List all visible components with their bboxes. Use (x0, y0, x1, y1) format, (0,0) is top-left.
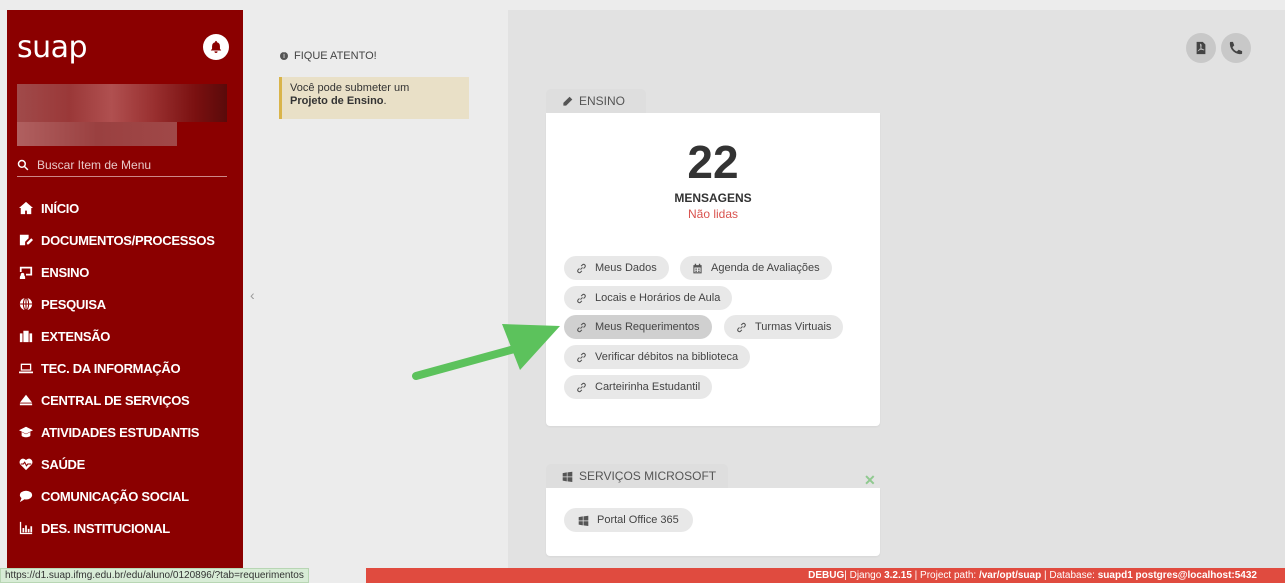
home-icon (19, 201, 33, 215)
unread-label: Não lidas (687, 207, 739, 221)
close-icon[interactable]: ✕ (864, 472, 876, 489)
annotation-arrow (412, 324, 560, 380)
search-placeholder: Buscar Item de Menu (37, 157, 152, 172)
windows-icon (578, 515, 589, 526)
sidebar-item-label: DOCUMENTOS/PROCESSOS (41, 232, 215, 248)
tab-label: ENSINO (579, 94, 626, 108)
django-version: 3.2.15 (884, 570, 912, 581)
pdf-file-icon[interactable] (1186, 33, 1216, 63)
sidebar-item-label: COMUNICAÇÃO SOCIAL (41, 488, 189, 504)
sidebar-item-label: DES. INSTITUCIONAL (41, 520, 170, 536)
link-carteirinha[interactable]: Carteirinha Estudantil (564, 375, 713, 399)
notice-period: . (383, 95, 387, 107)
sidebar-item-saude[interactable]: SAÚDE (7, 448, 243, 480)
sidebar-item-label: TEC. DA INFORMAÇÃO (41, 360, 181, 376)
django-prefix: | Django (844, 570, 885, 581)
sidebar-item-ensino[interactable]: ENSINO (7, 256, 243, 288)
microsoft-card: Portal Office 365 (546, 488, 880, 556)
document-edit-icon (19, 233, 33, 247)
user-info-blurred[interactable] (17, 84, 227, 122)
sidebar-item-inicio[interactable]: INÍCIO (7, 192, 243, 224)
sidebar-item-atividades[interactable]: ATIVIDADES ESTUDANTIS (7, 416, 243, 448)
link-icon (577, 352, 586, 362)
messages-label: MENSAGENS (674, 191, 752, 205)
debug-label: DEBUG (808, 570, 845, 581)
globe-icon (19, 297, 33, 311)
info-icon: i (280, 52, 288, 60)
path-prefix: | Project path: (911, 570, 979, 581)
tab-servicos-microsoft: SERVIÇOS MICROSOFT (546, 464, 728, 488)
graduation-cap-icon (19, 425, 33, 439)
db-prefix: | Database: (1041, 570, 1098, 581)
collapse-sidebar-chevron-icon[interactable]: ‹ (250, 287, 255, 303)
tab-ensino: ENSINO (546, 89, 646, 113)
laptop-icon (19, 361, 33, 375)
pencil-icon (563, 96, 573, 106)
link-icon (577, 293, 586, 303)
heartbeat-icon (19, 457, 33, 471)
status-url: https://d1.suap.ifmg.edu.br/edu/aluno/01… (0, 568, 309, 583)
calendar-icon (693, 263, 702, 273)
chalkboard-icon (19, 265, 33, 279)
sidebar-item-tec-informacao[interactable]: TEC. DA INFORMAÇÃO (7, 352, 243, 384)
phone-icon[interactable] (1221, 33, 1251, 63)
attention-title: FIQUE ATENTO! (294, 50, 377, 62)
sidebar-item-comunicacao[interactable]: COMUNICAÇÃO SOCIAL (7, 480, 243, 512)
link-meus-requerimentos[interactable]: Meus Requerimentos (564, 315, 712, 339)
sidebar-item-label: PESQUISA (41, 296, 106, 312)
link-icon (737, 322, 746, 332)
link-label: Agenda de Avaliações (711, 262, 820, 274)
sidebar-item-label: INÍCIO (41, 200, 79, 216)
suap-logo[interactable]: suap (17, 30, 88, 65)
sidebar-item-central-servicos[interactable]: CENTRAL DE SERVIÇOS (7, 384, 243, 416)
search-icon (17, 159, 29, 170)
sidebar: suap Buscar Item de Menu INÍCIO DOCUMENT… (7, 10, 243, 583)
link-label: Turmas Virtuais (755, 321, 832, 333)
sidebar-item-label: SAÚDE (41, 456, 86, 472)
link-label: Meus Dados (595, 262, 657, 274)
sidebar-menu: INÍCIO DOCUMENTOS/PROCESSOS ENSINO PESQU… (7, 192, 243, 544)
ensino-card: 22 MENSAGENS Não lidas Meus Dados Agenda… (546, 113, 880, 426)
chart-icon (19, 521, 33, 535)
building-icon (19, 329, 33, 343)
link-label: Portal Office 365 (597, 514, 679, 526)
link-locais-horarios[interactable]: Locais e Horários de Aula (564, 286, 733, 310)
link-turmas-virtuais[interactable]: Turmas Virtuais (724, 315, 844, 339)
link-meus-dados[interactable]: Meus Dados (564, 256, 669, 280)
unread-messages-count[interactable]: 22 (546, 135, 880, 189)
notice-box: Você pode submeter um Projeto de Ensino. (279, 77, 469, 119)
eject-icon (19, 393, 33, 407)
sidebar-item-extensao[interactable]: EXTENSÃO (7, 320, 243, 352)
link-label: Carteirinha Estudantil (595, 381, 701, 393)
link-icon (577, 322, 586, 332)
sidebar-item-documentos[interactable]: DOCUMENTOS/PROCESSOS (7, 224, 243, 256)
link-label: Locais e Horários de Aula (595, 292, 721, 304)
comment-icon (19, 489, 33, 503)
sidebar-item-pesquisa[interactable]: PESQUISA (7, 288, 243, 320)
link-label: Meus Requerimentos (595, 321, 700, 333)
link-verificar-debitos[interactable]: Verificar débitos na biblioteca (564, 345, 751, 369)
sidebar-item-label: EXTENSÃO (41, 328, 111, 344)
sidebar-item-label: ENSINO (41, 264, 90, 280)
notifications-bell-icon[interactable] (203, 34, 229, 60)
notice-text: Você pode submeter um (290, 82, 410, 94)
windows-icon (562, 471, 573, 482)
tab-label: SERVIÇOS MICROSOFT (579, 469, 717, 483)
database-info: suapd1 postgres@localhost:5432 (1097, 570, 1257, 581)
sidebar-item-label: ATIVIDADES ESTUDANTIS (41, 424, 200, 440)
link-icon (577, 382, 586, 392)
link-icon (577, 263, 586, 273)
project-path: /var/opt/suap (978, 570, 1042, 581)
attention-heading: i FIQUE ATENTO! (280, 50, 377, 62)
sidebar-item-label: CENTRAL DE SERVIÇOS (41, 392, 190, 408)
sidebar-item-des-institucional[interactable]: DES. INSTITUCIONAL (7, 512, 243, 544)
notice-link[interactable]: Projeto de Ensino (290, 95, 384, 107)
link-label: Verificar débitos na biblioteca (595, 351, 739, 363)
link-agenda-avaliacoes[interactable]: Agenda de Avaliações (680, 256, 832, 280)
debug-bar: DEBUG | Django 3.2.15 | Project path: /v… (366, 568, 1285, 583)
menu-search[interactable]: Buscar Item de Menu (17, 153, 227, 177)
link-portal-office[interactable]: Portal Office 365 (564, 508, 693, 532)
user-info-blurred-secondary (17, 122, 177, 146)
